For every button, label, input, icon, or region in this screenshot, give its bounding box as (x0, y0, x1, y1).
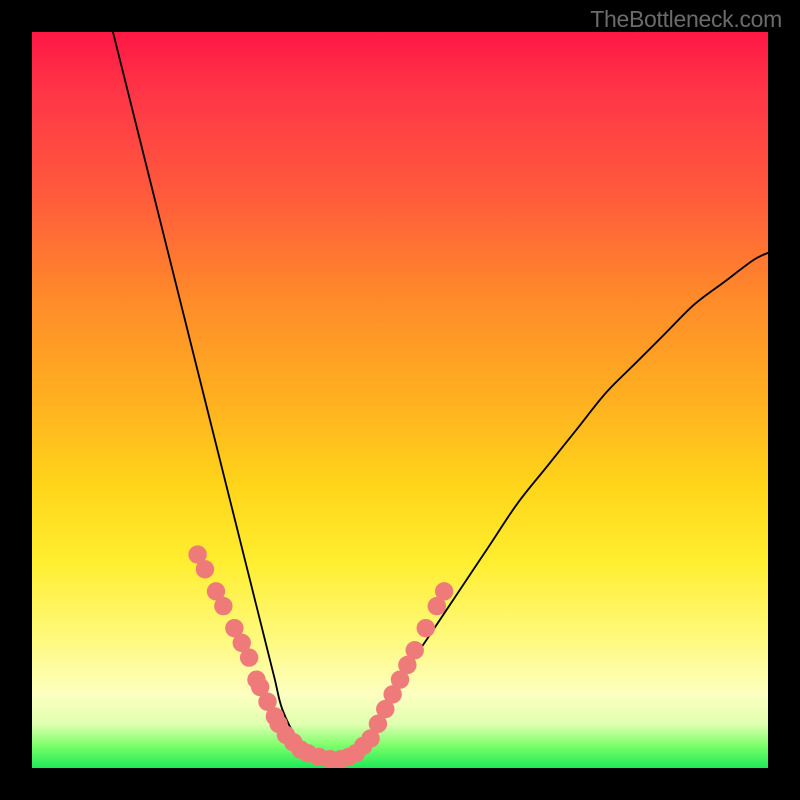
chart-overlay (32, 32, 768, 768)
highlight-dot (214, 597, 232, 615)
highlight-dot (240, 648, 258, 666)
watermark-text: TheBottleneck.com (590, 6, 782, 33)
plot-area (32, 32, 768, 768)
bottleneck-curve (113, 32, 768, 762)
highlight-dot (406, 641, 424, 659)
highlight-dot (196, 560, 214, 578)
highlight-dots (188, 545, 453, 768)
highlight-dot (435, 582, 453, 600)
highlight-dot (417, 619, 435, 637)
chart-frame: TheBottleneck.com (0, 0, 800, 800)
